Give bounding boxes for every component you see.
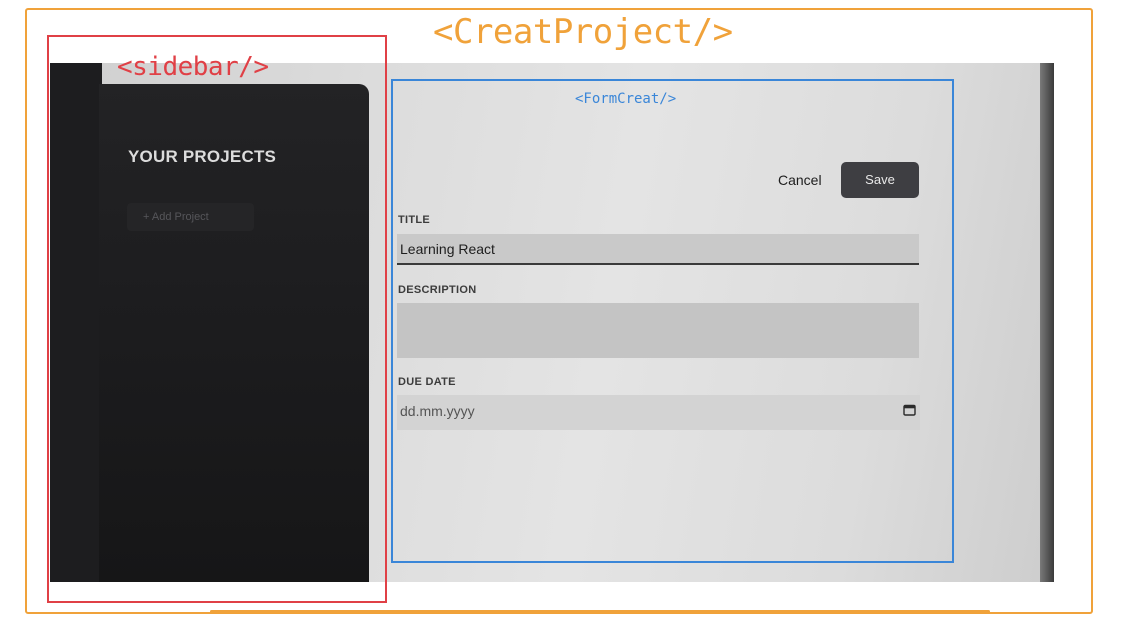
formcreat-label: <FormCreat/>	[575, 91, 677, 107]
frame-bottom-stroke	[210, 610, 990, 613]
formcreat-component-frame	[391, 79, 954, 563]
createproject-label: <CreatProject/>	[433, 12, 733, 52]
sidebar-label: <sidebar/>	[117, 52, 269, 82]
sidebar-component-frame	[47, 35, 387, 603]
